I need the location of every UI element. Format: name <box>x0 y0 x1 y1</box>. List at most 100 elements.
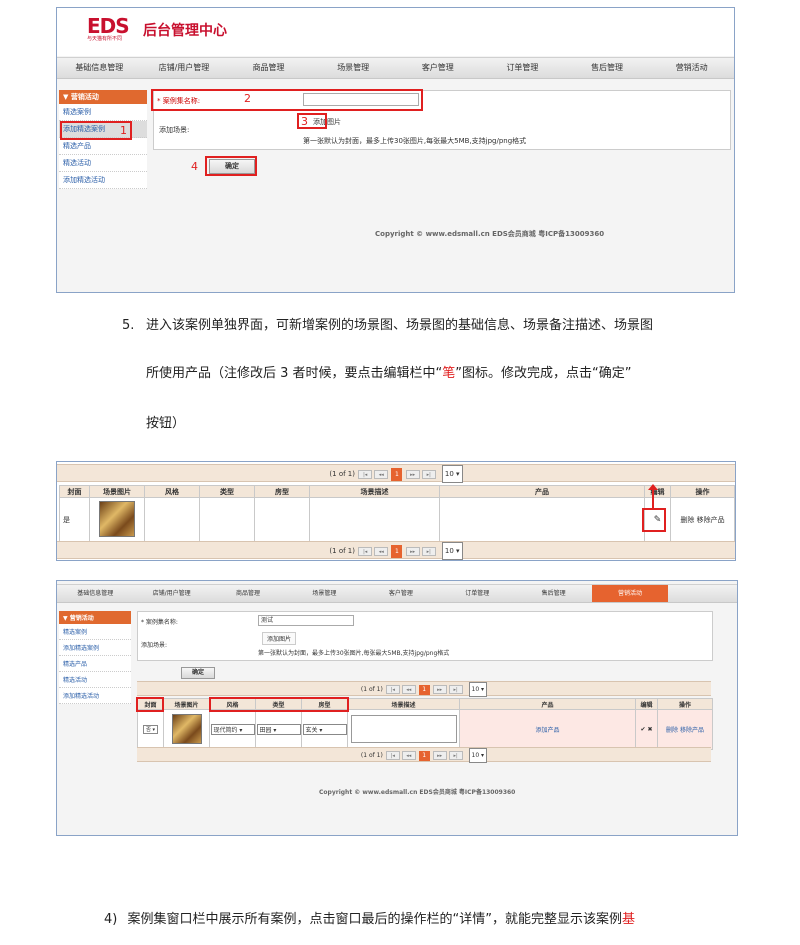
sidebar-head[interactable]: ▼ 营销活动 <box>59 90 147 104</box>
product-cell[interactable]: 添加产品 <box>459 709 636 750</box>
nav-item-active[interactable]: 营销活动 <box>591 585 669 602</box>
annotation-box <box>205 156 257 176</box>
sidebar-head[interactable]: ▼ 营销活动 <box>59 611 131 624</box>
cover-cell: 是 <box>59 497 90 542</box>
scene-desc-textarea[interactable] <box>350 714 457 743</box>
main-nav: 基础信息管理 店铺/用户管理 商品管理 场景管理 客户管理 订单管理 售后管理 … <box>57 584 737 603</box>
scene-image-cell <box>89 497 145 542</box>
nav-item[interactable]: 订单管理 <box>439 585 515 602</box>
sidebar-item[interactable]: 精选活动 <box>59 672 131 688</box>
ops-cell[interactable]: 删除 移除产品 <box>670 497 735 542</box>
name-label: * 案例集名称: <box>141 619 178 626</box>
sidebar-item[interactable]: 添加精选活动 <box>59 172 147 189</box>
page-size-select[interactable]: 10 ▾ <box>468 748 488 763</box>
current-page[interactable]: 1 <box>391 544 403 558</box>
nav-item[interactable]: 商品管理 <box>226 58 311 78</box>
col-header: 操作 <box>670 485 735 498</box>
nav-item[interactable]: 基础信息管理 <box>57 585 133 602</box>
sidebar-item[interactable]: 添加精选案例 <box>59 640 131 656</box>
sidebar-item[interactable]: 精选案例 <box>59 104 147 121</box>
upload-hint: 第一张默认为封面，最多上传30张图片,每张最大5MB,支持jpg/png格式 <box>303 137 527 145</box>
nav-item[interactable]: 场景管理 <box>311 58 396 78</box>
nav-item[interactable]: 基础信息管理 <box>57 58 142 78</box>
first-page-button[interactable]: |◂ <box>385 685 400 694</box>
step-number: 1 <box>120 124 127 137</box>
nav-item[interactable]: 售后管理 <box>515 585 591 602</box>
current-page[interactable]: 1 <box>418 750 430 761</box>
nav-item[interactable]: 售后管理 <box>565 58 650 78</box>
main-nav: 基础信息管理 店铺/用户管理 商品管理 场景管理 客户管理 订单管理 售后管理 … <box>57 57 734 79</box>
nav-item[interactable]: 营销活动 <box>649 58 734 78</box>
next-page-button[interactable]: ▸▸ <box>405 546 420 556</box>
sidebar-item[interactable]: 精选产品 <box>59 138 147 155</box>
case-name-input[interactable]: 测试 <box>258 615 354 626</box>
annotation-arrowhead <box>648 484 658 490</box>
col-header: 产品 <box>439 485 645 498</box>
screenshot-case-table: (1 of 1) |◂ ◂◂ 1 ▸▸ ▸| 10 ▾ 封面 场景图片 风格 类型 … <box>56 461 736 561</box>
scene-thumbnail[interactable] <box>99 500 135 537</box>
ops-cell[interactable]: 删除 移除产品 <box>657 709 713 750</box>
last-page-button[interactable]: ▸| <box>421 469 436 479</box>
prev-page-button[interactable]: ◂◂ <box>374 546 389 556</box>
nav-item[interactable]: 店铺/用户管理 <box>133 585 209 602</box>
prev-page-button[interactable]: ◂◂ <box>401 685 416 694</box>
annotation-box <box>136 697 164 712</box>
nav-item[interactable]: 客户管理 <box>363 585 439 602</box>
first-page-button[interactable]: |◂ <box>358 546 373 556</box>
screenshot-add-case: EDS 与天猫有所不同 后台管理中心 基础信息管理 店铺/用户管理 商品管理 场景… <box>56 7 735 293</box>
next-page-button[interactable]: ▸▸ <box>432 685 447 694</box>
scene-thumbnail[interactable] <box>171 713 202 744</box>
add-image-button[interactable]: 添加图片 <box>262 632 297 645</box>
col-header: 房型 <box>254 485 310 498</box>
cover-select[interactable]: 否 ▾ <box>142 725 159 734</box>
col-header: 场景描述 <box>347 698 460 710</box>
para-line: 进入该案例单独界面，可新增案例的场景图、场景图的基础信息、场景备注描述、场景图 <box>146 318 654 333</box>
admin-title: 后台管理中心 <box>143 23 227 39</box>
sidebar-item[interactable]: 精选案例 <box>59 624 131 640</box>
nav-item[interactable]: 客户管理 <box>396 58 481 78</box>
next-page-button[interactable]: ▸▸ <box>405 469 420 479</box>
col-header: 风格 <box>144 485 200 498</box>
first-page-button[interactable]: |◂ <box>358 469 373 479</box>
col-header: 场景描述 <box>309 485 440 498</box>
room-select[interactable]: 玄关 ▾ <box>302 724 347 735</box>
page-size-select[interactable]: 10 ▾ <box>468 682 488 697</box>
step-number: 4 <box>191 160 198 173</box>
current-page[interactable]: 1 <box>418 684 430 695</box>
sidebar: ▼ 营销活动 精选案例 添加精选案例 精选产品 精选活动 添加精选活动 <box>59 611 131 704</box>
page-size-select[interactable]: 10 ▾ <box>441 542 463 560</box>
annotation-box <box>151 89 423 111</box>
copyright: Copyright © www.edsmall.cn EDS会员商城 粤ICP备… <box>319 789 516 796</box>
next-page-button[interactable]: ▸▸ <box>432 751 447 760</box>
style-cell: 现代简约 ▾ <box>209 709 256 750</box>
nav-item[interactable]: 场景管理 <box>286 585 362 602</box>
prev-page-button[interactable]: ◂◂ <box>374 469 389 479</box>
nav-item[interactable]: 商品管理 <box>210 585 286 602</box>
confirm-button[interactable]: 确定 <box>181 667 215 679</box>
cover-cell: 否 ▾ <box>137 709 164 750</box>
nav-item[interactable]: 店铺/用户管理 <box>142 58 227 78</box>
sidebar-item[interactable]: 精选产品 <box>59 656 131 672</box>
col-header: 类型 <box>199 485 255 498</box>
pager-top: (1 of 1) |◂ ◂◂ 1 ▸▸ ▸| 10 ▾ <box>137 681 711 697</box>
last-page-button[interactable]: ▸| <box>448 685 463 694</box>
step-number: 3 <box>301 115 308 128</box>
desc-cell <box>347 709 460 750</box>
first-page-button[interactable]: |◂ <box>385 751 400 760</box>
current-page[interactable]: 1 <box>391 467 403 481</box>
last-page-button[interactable]: ▸| <box>448 751 463 760</box>
sidebar-item[interactable]: 精选活动 <box>59 155 147 172</box>
header: EDS 与天猫有所不同 后台管理中心 <box>57 8 734 56</box>
table-row: 是 ✎ 删除 移除产品 <box>59 497 735 542</box>
style-select[interactable]: 现代简约 ▾ <box>210 724 255 735</box>
pager-bottom: (1 of 1) |◂ ◂◂ 1 ▸▸ ▸| 10 ▾ <box>137 747 711 763</box>
sidebar-item[interactable]: 添加精选活动 <box>59 688 131 704</box>
scene-image-cell <box>163 709 210 750</box>
type-select[interactable]: 田园 ▾ <box>256 724 301 735</box>
nav-item[interactable]: 订单管理 <box>480 58 565 78</box>
edit-cell[interactable]: ✔ ✖ <box>635 709 658 750</box>
prev-page-button[interactable]: ◂◂ <box>401 751 416 760</box>
col-header: 封面 <box>59 485 90 498</box>
last-page-button[interactable]: ▸| <box>421 546 436 556</box>
page-size-select[interactable]: 10 ▾ <box>441 465 463 483</box>
